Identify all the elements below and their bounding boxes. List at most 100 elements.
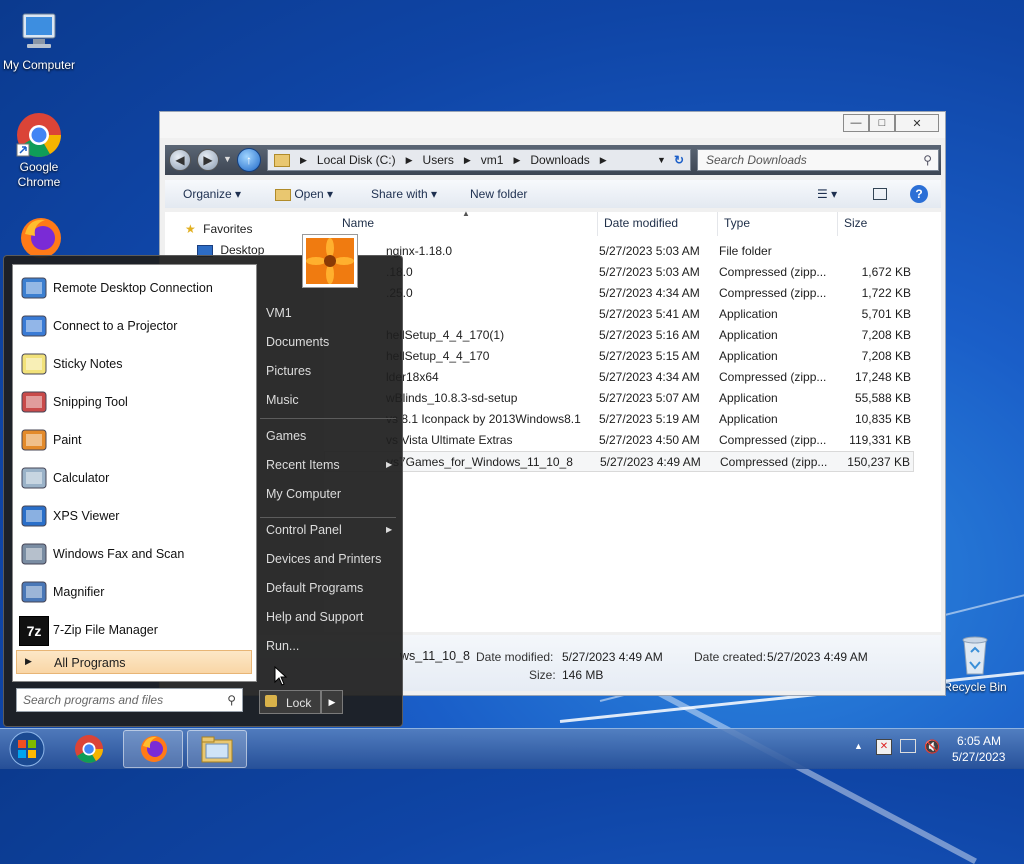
organize-button[interactable]: Organize ▾ (183, 187, 241, 201)
share-with-button[interactable]: Share with ▾ (371, 187, 437, 201)
clock-time[interactable]: 6:05 AM (957, 734, 1001, 748)
file-size: 55,588 KB (854, 391, 911, 405)
chevron-right-icon[interactable]: ▶ (300, 155, 307, 166)
breadcrumb-users[interactable]: Users (423, 153, 454, 167)
breadcrumb-local-disk[interactable]: Local Disk (C:) (317, 153, 396, 167)
column-header-type[interactable]: Type (718, 212, 838, 236)
file-row[interactable]: 5/27/2023 5:41 AM Application 5,701 KB (324, 304, 914, 325)
desktop-icon-google-chrome[interactable]: Google Chrome (0, 110, 79, 190)
start-program-item[interactable]: Calculator (13, 461, 256, 497)
file-row[interactable]: hellSetup_4_4_170(1) 5/27/2023 5:16 AM App… (324, 325, 914, 346)
file-list[interactable]: ▲ Name Date modified Type Size nginx-1.1… (324, 209, 941, 632)
start-right-item[interactable]: Recent Items ▶ (266, 458, 392, 472)
start-program-item[interactable]: Snipping Tool (13, 385, 256, 421)
start-right-item[interactable]: Default Programs (266, 581, 363, 595)
taskbar-explorer[interactable] (187, 730, 247, 768)
all-programs-button[interactable]: ▶ All Programs (16, 650, 252, 674)
breadcrumb-vm1[interactable]: vm1 (481, 153, 504, 167)
start-right-item[interactable]: Music (266, 393, 299, 407)
open-button[interactable]: Open ▾ (275, 187, 333, 201)
show-hidden-icons-button[interactable]: ▲ (854, 741, 863, 751)
forward-button[interactable]: ▶ (197, 149, 219, 171)
volume-muted-icon[interactable]: 🔇 (924, 739, 940, 755)
address-bar[interactable]: ▶ Local Disk (C:) ▶ Users ▶ vm1 ▶ Downlo… (267, 149, 691, 171)
sticky-notes-icon (19, 350, 49, 380)
clock-date[interactable]: 5/27/2023 (952, 750, 1005, 764)
file-row[interactable]: hellSetup_4_4_170 5/27/2023 5:15 AM Applic… (324, 346, 914, 367)
start-program-item[interactable]: Remote Desktop Connection (13, 271, 256, 307)
user-picture[interactable] (302, 234, 358, 288)
details-created-label: Date created: (694, 650, 767, 664)
nav-favorites[interactable]: ★ Favorites (185, 222, 252, 236)
maximize-button[interactable]: □ (869, 114, 895, 132)
file-row[interactable]: .25.05/27/2023 4:34 AMCompressed (zipp..… (324, 283, 914, 304)
lock-button[interactable]: Lock (259, 690, 321, 714)
start-program-label: Sticky Notes (53, 357, 123, 371)
breadcrumb-downloads[interactable]: Downloads (530, 153, 589, 167)
shutdown-options-button[interactable]: ▶ (321, 690, 343, 714)
column-header-size[interactable]: Size (838, 212, 914, 236)
start-right-item[interactable]: My Computer (266, 487, 341, 501)
start-program-item[interactable]: Windows Fax and Scan (13, 537, 256, 573)
file-row[interactable]: wBlinds_10.8.3-sd-setup 5/27/2023 5:07 AM… (324, 388, 914, 409)
file-row[interactable]: .18.05/27/2023 5:03 AMCompressed (zipp..… (324, 262, 914, 283)
network-icon[interactable] (900, 739, 916, 753)
start-button[interactable] (2, 730, 52, 768)
start-right-item[interactable]: Control Panel ▶ (266, 523, 392, 537)
view-options-icon[interactable]: ☰ ▾ (817, 187, 837, 201)
new-folder-button[interactable]: New folder (470, 187, 527, 201)
taskbar-chrome[interactable] (59, 730, 119, 768)
refresh-icon[interactable]: ↻ (674, 153, 684, 167)
help-icon[interactable]: ? (910, 185, 928, 203)
start-right-item[interactable]: VM1 (266, 306, 292, 320)
file-row[interactable]: lder18x64 5/27/2023 4:34 AM Compressed (zi… (324, 367, 914, 388)
chevron-right-icon[interactable]: ▶ (513, 155, 520, 166)
start-program-item[interactable]: Paint (13, 423, 256, 459)
file-row[interactable]: nginx-1.18.0 5/27/2023 5:03 AM File folder (324, 241, 914, 262)
recycle-bin-icon (951, 630, 999, 678)
file-date: 5/27/2023 5:03 AM (599, 244, 700, 258)
recent-pages-icon[interactable]: ▼ (223, 154, 232, 164)
details-size-value: 146 MB (562, 668, 604, 682)
file-type: Application (719, 349, 778, 363)
search-downloads-input[interactable]: Search Downloads ⚲ (697, 149, 939, 171)
start-right-item[interactable]: Devices and Printers (266, 552, 381, 566)
start-right-item[interactable]: Help and Support (266, 610, 363, 624)
file-size: 1,672 KB (861, 265, 911, 279)
start-right-item[interactable]: Pictures (266, 364, 311, 378)
start-program-item[interactable]: Magnifier (13, 575, 256, 611)
preview-pane-icon[interactable] (873, 188, 887, 200)
minimize-button[interactable]: — (843, 114, 869, 132)
back-button[interactable]: ◀ (169, 149, 191, 171)
column-header-name[interactable]: Name (336, 212, 598, 236)
start-right-item[interactable]: Documents (266, 335, 329, 349)
address-dropdown-icon[interactable]: ▼ (657, 155, 666, 165)
chevron-right-icon[interactable]: ▶ (600, 155, 607, 166)
up-button[interactable]: ↑ (237, 148, 261, 172)
taskbar-firefox[interactable] (123, 730, 183, 768)
chevron-right-icon[interactable]: ▶ (464, 155, 471, 166)
action-center-icon[interactable]: ✕ (876, 739, 892, 755)
desktop-icon-my-computer[interactable]: My Computer (0, 8, 79, 72)
chevron-right-icon[interactable]: ▶ (406, 155, 413, 166)
start-right-item[interactable]: Run... (266, 639, 299, 653)
column-header-date[interactable]: Date modified (598, 212, 718, 236)
desktop-icon-recycle-bin[interactable]: Recycle Bin (935, 630, 1015, 694)
start-right-item[interactable]: Games (266, 429, 306, 443)
start-program-item[interactable]: Connect to a Projector (13, 309, 256, 345)
start-program-item[interactable]: Sticky Notes (13, 347, 256, 383)
close-button[interactable]: ✕ (895, 114, 939, 132)
start-right-label: Run... (266, 639, 300, 653)
file-name: vs 8.1 Iconpack by 2013Windows8.1 (386, 412, 581, 426)
submenu-arrow-icon: ▶ (386, 460, 393, 469)
file-row[interactable]: vs7Games_for_Windows_11_10_8 5/27/2023 4:… (324, 451, 914, 472)
start-programs-pane: Remote Desktop Connection Connect to a Pr… (12, 264, 257, 682)
start-program-item[interactable]: 7z 7-Zip File Manager (13, 613, 256, 649)
chrome-icon (15, 110, 63, 158)
file-row[interactable]: vs Vista Ultimate Extras 5/27/2023 4:50 A… (324, 430, 914, 451)
start-right-label: Devices and Printers (266, 552, 382, 566)
start-search-input[interactable]: Search programs and files ⚲ (16, 688, 243, 712)
window-titlebar[interactable]: — □ ✕ (160, 112, 945, 138)
start-program-item[interactable]: XPS Viewer (13, 499, 256, 535)
file-row[interactable]: vs 8.1 Iconpack by 2013Windows8.1 5/27/20… (324, 409, 914, 430)
